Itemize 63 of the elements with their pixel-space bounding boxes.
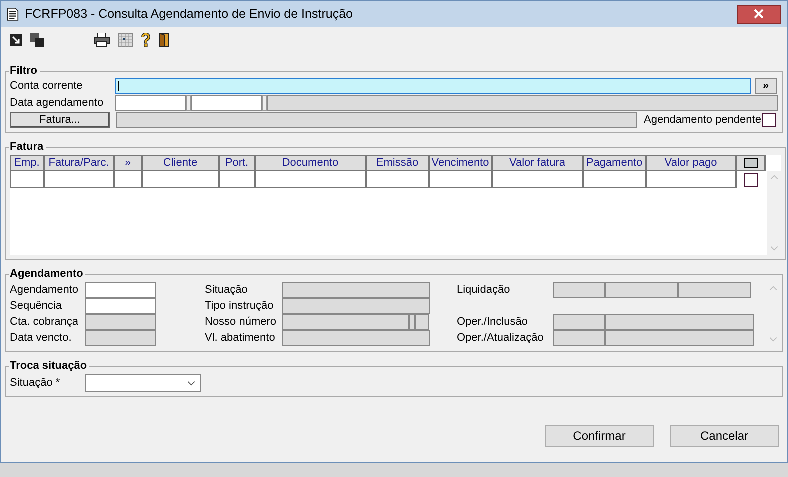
date-field[interactable] (115, 94, 186, 110)
field-label: Situação * (10, 377, 62, 389)
column-header[interactable]: Valor fatura (492, 155, 584, 171)
dialog-button[interactable]: Cancelar (670, 425, 779, 447)
windows-icon[interactable] (30, 33, 44, 47)
calendar-icon[interactable] (118, 33, 133, 47)
table-cell (429, 170, 493, 188)
field-label: Agendamento (10, 284, 80, 296)
field-label: Situação (205, 284, 249, 296)
column-header[interactable]: Emp. (10, 155, 45, 171)
spin-control[interactable] (262, 94, 267, 110)
column-header[interactable]: Emissão (366, 155, 430, 171)
row-checkbox[interactable] (744, 172, 758, 186)
table-cell (44, 170, 115, 188)
dialog-button[interactable]: Confirmar (545, 425, 654, 447)
column-header[interactable]: Port. (219, 155, 256, 171)
field-label: Tipo instrução (205, 300, 275, 312)
section-title: Agendamento (9, 268, 84, 280)
section-title: Fatura (9, 141, 45, 153)
field-label: Nosso número (205, 316, 278, 328)
invoice-button[interactable]: Fatura... (10, 112, 110, 128)
field-label: Cta. cobrança (10, 316, 80, 328)
field-label: Vl. abatimento (205, 332, 276, 344)
field-label: Data agendamento (10, 96, 105, 108)
window-title: FCRFP083 - Consulta Agendamento de Envio de Instrução (25, 7, 353, 21)
date-field[interactable] (191, 94, 262, 110)
chevron-down-icon (187, 380, 196, 386)
checkbox-label: Agendamento pendente (644, 114, 762, 126)
column-header[interactable]: Pagamento (583, 155, 647, 171)
field-label: Sequência (10, 300, 63, 312)
status-dropdown[interactable] (85, 374, 201, 392)
column-header[interactable]: Documento (255, 155, 367, 171)
close-icon (754, 9, 764, 19)
account-field[interactable] (115, 78, 751, 94)
column-header[interactable]: Cliente (142, 155, 220, 171)
checkbox[interactable] (762, 112, 776, 126)
spin-control[interactable] (186, 94, 191, 110)
column-header[interactable]: Vencimento (429, 155, 493, 171)
close-button[interactable] (737, 4, 781, 24)
field-label: Conta corrente (10, 80, 84, 92)
section-title: Filtro (9, 65, 38, 77)
field-label: Data vencto. (10, 332, 73, 344)
field-label: Oper./Atualização (457, 332, 545, 344)
lookup-button[interactable]: » (755, 78, 777, 94)
table-cell (366, 170, 430, 188)
field-label: Liquidação (457, 284, 512, 296)
door-icon[interactable] (159, 33, 171, 47)
table-cell (219, 170, 256, 188)
help-icon[interactable] (141, 33, 151, 47)
input-field[interactable] (85, 282, 156, 298)
input-field[interactable] (85, 298, 156, 314)
column-header[interactable]: » (114, 155, 143, 171)
printer-icon[interactable] (94, 33, 110, 47)
table-cell (114, 170, 143, 188)
table-cell (583, 170, 647, 188)
column-header[interactable]: Valor pago (646, 155, 737, 171)
section-title: Troca situação (9, 360, 88, 372)
select-all-icon[interactable] (744, 158, 758, 168)
field-label: Oper./Inclusão (457, 316, 529, 328)
document-icon (7, 6, 19, 22)
column-header[interactable]: Fatura/Parc. (44, 155, 115, 171)
arrow-icon[interactable] (10, 34, 22, 46)
table-cell (10, 170, 45, 188)
